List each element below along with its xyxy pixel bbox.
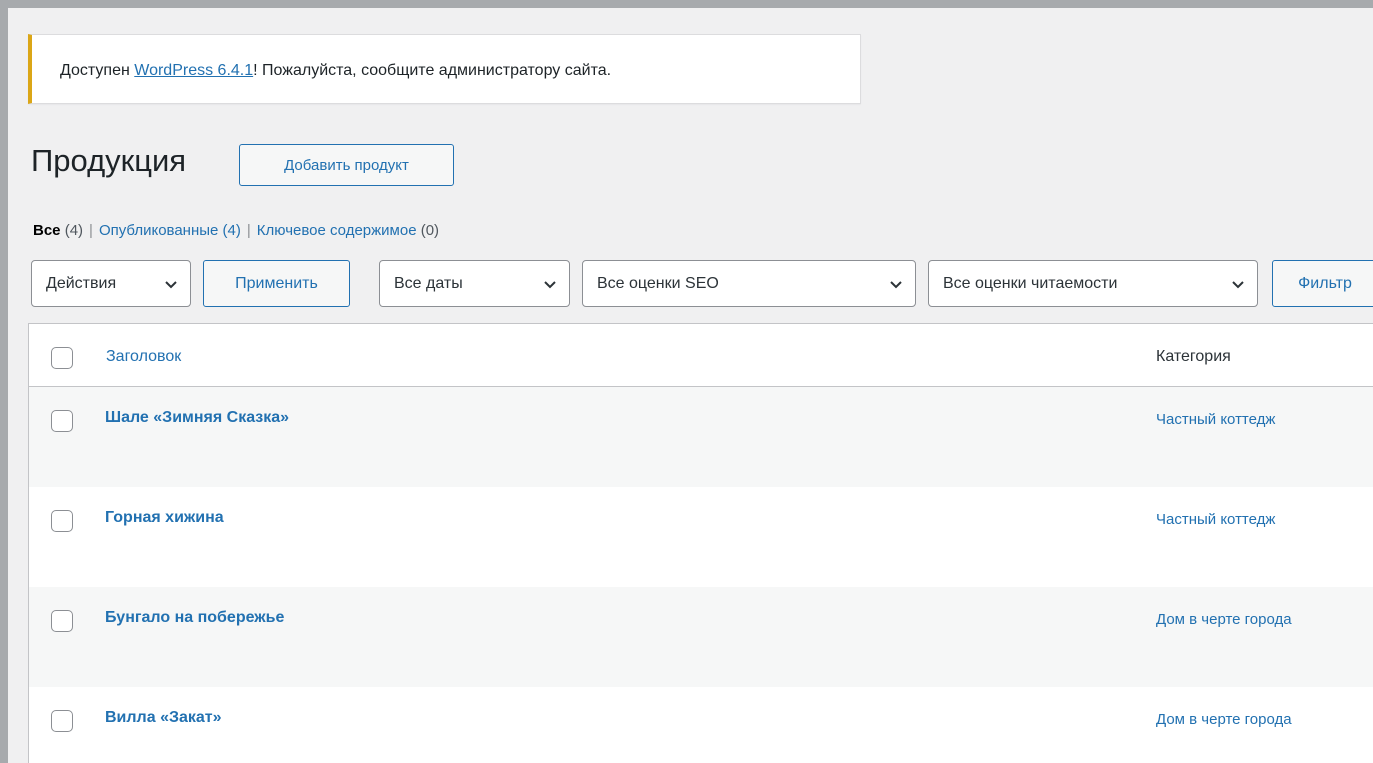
view-published[interactable]: Опубликованные (99, 222, 218, 239)
product-title-link[interactable]: Бунгало на побережье (105, 609, 284, 627)
readability-score-value: Все оценки читаемости (943, 274, 1118, 292)
chevron-down-icon (165, 281, 177, 289)
row-checkbox[interactable] (51, 510, 73, 532)
bulk-actions-value: Действия (46, 274, 117, 292)
view-all-count: (4) (64, 222, 84, 239)
bulk-actions-select[interactable]: Действия (31, 260, 191, 307)
table-row: Шале «Зимняя Сказка» Частный коттедж (29, 387, 1373, 487)
dates-value: Все даты (394, 274, 463, 292)
chevron-down-icon (890, 281, 902, 289)
select-all-checkbox[interactable] (51, 347, 73, 369)
admin-content: Доступен WordPress 6.4.1! Пожалуйста, со… (8, 8, 1373, 763)
wordpress-version-link[interactable]: WordPress 6.4.1 (134, 62, 253, 79)
filter-button[interactable]: Фильтр (1272, 260, 1373, 307)
view-separator: | (89, 222, 93, 239)
view-filters: Все (4) | Опубликованные (4) | Ключевое соде… (33, 222, 439, 239)
update-notice: Доступен WordPress 6.4.1! Пожалуйста, со… (28, 34, 861, 104)
seo-score-select[interactable]: Все оценки SEO (582, 260, 916, 307)
page-title: Продукция (31, 143, 187, 178)
view-separator: | (246, 222, 251, 239)
seo-score-value: Все оценки SEO (597, 274, 719, 292)
chevron-down-icon (544, 281, 556, 289)
product-title-link[interactable]: Вилла «Закат» (105, 709, 222, 727)
category-link[interactable]: Частный коттедж (1156, 411, 1275, 428)
add-product-button[interactable]: Добавить продукт (239, 144, 454, 186)
category-link[interactable]: Дом в черте города (1156, 611, 1292, 628)
readability-score-select[interactable]: Все оценки читаемости (928, 260, 1258, 307)
row-checkbox[interactable] (51, 610, 73, 632)
table-row: Вилла «Закат» Дом в черте города (29, 687, 1373, 763)
product-title-link[interactable]: Горная хижина (105, 509, 224, 527)
column-title-sort-link[interactable]: Заголовок (106, 348, 181, 366)
view-published-count[interactable]: (4) (223, 222, 241, 239)
view-all[interactable]: Все (33, 222, 61, 239)
notice-suffix: ! Пожалуйста, сообщите администратору са… (253, 62, 612, 79)
products-table: Заголовок Категория Шале «Зимняя Сказка»… (28, 323, 1373, 763)
row-checkbox[interactable] (51, 710, 73, 732)
dates-select[interactable]: Все даты (379, 260, 570, 307)
view-cornerstone[interactable]: Ключевое содержимое (257, 222, 417, 239)
table-row: Бунгало на побережье Дом в черте города (29, 587, 1373, 687)
table-row: Горная хижина Частный коттедж (29, 487, 1373, 587)
row-checkbox[interactable] (51, 410, 73, 432)
category-link[interactable]: Частный коттедж (1156, 511, 1275, 528)
category-link[interactable]: Дом в черте города (1156, 711, 1292, 728)
update-notice-text: Доступен WordPress 6.4.1! Пожалуйста, со… (60, 62, 611, 80)
table-header: Заголовок Категория (29, 324, 1373, 387)
chevron-down-icon (1232, 281, 1244, 289)
apply-button[interactable]: Применить (203, 260, 350, 307)
view-cornerstone-count: (0) (420, 222, 440, 239)
product-title-link[interactable]: Шале «Зимняя Сказка» (105, 409, 289, 427)
notice-prefix: Доступен (60, 62, 135, 79)
column-category-header: Категория (1156, 348, 1231, 365)
